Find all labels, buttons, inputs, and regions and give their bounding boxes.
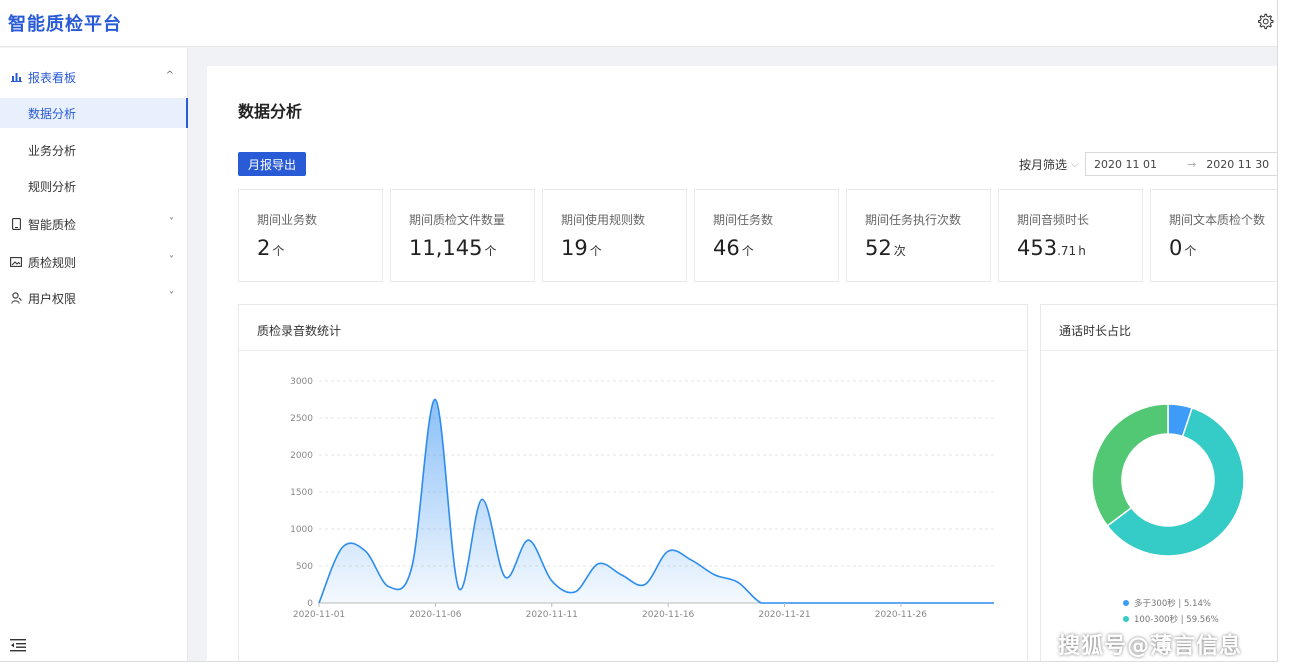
sidebar-group-label: 智能质检: [28, 217, 77, 232]
x-tick-label: 2020-11-11: [526, 610, 578, 620]
x-tick-label: 2020-11-06: [409, 610, 462, 620]
y-tick-label: 1500: [290, 488, 313, 498]
date-start: 2020 11 01: [1094, 157, 1157, 171]
y-tick-label: 1000: [290, 525, 313, 535]
chevron-down-icon: ˅: [169, 255, 174, 266]
sidebar-group-reports[interactable]: 报表看板 ^: [0, 60, 188, 94]
stat-card-file-count: 期间质检文件数量 11,145 个: [390, 189, 535, 282]
gear-icon[interactable]: [1256, 12, 1274, 30]
chevron-down-icon: ˅: [169, 217, 174, 228]
sidebar: 报表看板 ^ 数据分析 业务分析 规则分析 智能质检 ˅ 质检规则 ˅ 用户权限…: [0, 48, 188, 661]
sidebar-group-label: 质检规则: [28, 255, 77, 270]
month-filter-label: 按月筛选: [1019, 158, 1068, 172]
chart-card-title: 质检录音数统计: [257, 324, 342, 338]
stat-value: 11,145 个: [409, 236, 497, 260]
donut-chart: 多于300秒 | 5.14% 100-300秒 | 59.56%: [1091, 403, 1245, 625]
stat-value: 19 个: [561, 236, 602, 260]
chevron-up-icon: ^: [165, 70, 174, 81]
watermark-text: 搜狐号@薄言信息: [1058, 634, 1243, 659]
sidebar-item-rule-analysis[interactable]: 规则分析: [0, 171, 188, 201]
phone-icon: [10, 218, 22, 230]
stat-value: 453.71 h: [1017, 236, 1086, 260]
main-content: 数据分析 月报导出 按月筛选 ⌵ 2020 11 01 → 2020 11 30…: [207, 66, 1277, 661]
user-icon: [10, 292, 22, 304]
sidebar-item-business-analysis[interactable]: 业务分析: [0, 135, 188, 165]
stat-value: 2个: [257, 236, 285, 260]
y-tick-label: 2000: [290, 451, 313, 461]
stat-value: 52 次: [865, 236, 906, 260]
stat-label: 期间任务数: [713, 213, 774, 227]
stat-card-rule-count: 期间使用规则数 19 个: [542, 189, 687, 282]
sidebar-item-data-analysis[interactable]: 数据分析: [0, 98, 188, 128]
x-tick-label: 2020-11-26: [875, 610, 928, 620]
date-range-picker[interactable]: 2020 11 01 → 2020 11 30: [1085, 152, 1277, 176]
legend-entry: 100-300秒 | 59.56%: [1134, 614, 1219, 625]
menu-collapse-icon[interactable]: [10, 638, 26, 652]
app-title: 智能质检平台: [8, 14, 122, 35]
app-window: 智能质检平台 报表看板 ^ 数据分析 业务分析 规则分析 智能质检 ˅ 质检规则…: [0, 0, 1278, 662]
x-tick-label: 2020-11-01: [293, 610, 345, 620]
pie-card-title: 通话时长占比: [1059, 324, 1132, 338]
date-end: 2020 11 30: [1206, 157, 1270, 171]
y-tick-label: 3000: [290, 377, 313, 387]
recording-count-chart-card: 质检录音数统计 0 500 1000 1500 2000 2500 3000 2020-11-…: [238, 304, 1028, 661]
stat-label: 期间质检文件数量: [409, 213, 506, 227]
chevron-down-icon: ⌵: [1071, 159, 1079, 170]
stat-card-task-runs: 期间任务执行次数 52 次: [846, 189, 991, 282]
stat-card-task-count: 期间任务数 46 个: [694, 189, 839, 282]
legend-swatch: [1123, 600, 1129, 606]
top-header: 智能质检平台: [0, 0, 1277, 47]
stat-card-text-qa-count: 期间文本质检个数 0个: [1150, 189, 1277, 282]
donut-slice: [1091, 403, 1169, 527]
stat-label: 期间任务执行次数: [865, 213, 962, 227]
sidebar-group-label: 用户权限: [28, 291, 77, 306]
area-chart: 0 500 1000 1500 2000 2500 3000 2020-11-01 2020-1…: [290, 377, 994, 620]
call-duration-pie-card: 通话时长占比 多于300秒 | 5.14% 100-300秒 | 59.56%: [1040, 304, 1277, 661]
x-tick-label: 2020-11-21: [758, 610, 810, 620]
monthly-report-export-button[interactable]: 月报导出: [238, 152, 306, 176]
sidebar-group-label: 报表看板: [28, 70, 77, 85]
sidebar-group-user-permissions[interactable]: 用户权限 ˅: [0, 281, 188, 315]
y-tick-label: 0: [307, 599, 313, 609]
sidebar-group-qa-rules[interactable]: 质检规则 ˅: [0, 245, 188, 279]
legend-swatch: [1123, 616, 1129, 622]
stat-label: 期间使用规则数: [561, 213, 646, 227]
x-tick-label: 2020-11-16: [642, 610, 695, 620]
stat-card-audio-duration: 期间音频时长 453.71 h: [998, 189, 1143, 282]
month-filter-select[interactable]: 按月筛选 ⌵: [1019, 156, 1079, 173]
bar-chart-icon: [10, 71, 22, 83]
sidebar-group-smart-qa[interactable]: 智能质检 ˅: [0, 207, 188, 241]
y-tick-label: 2500: [290, 414, 313, 424]
stat-label: 期间音频时长: [1017, 213, 1090, 227]
page-title: 数据分析: [238, 102, 303, 121]
arrow-right-icon: →: [1186, 157, 1197, 171]
image-icon: [10, 256, 22, 268]
y-tick-label: 500: [296, 562, 313, 572]
stat-value: 46 个: [713, 236, 754, 260]
stat-card-business-count: 期间业务数 2个: [238, 189, 383, 282]
stat-value: 0个: [1169, 236, 1197, 260]
chevron-down-icon: ˅: [169, 291, 174, 302]
stat-label: 期间文本质检个数: [1169, 213, 1266, 227]
stat-label: 期间业务数: [257, 213, 318, 227]
legend-entry: 多于300秒 | 5.14%: [1134, 598, 1211, 609]
